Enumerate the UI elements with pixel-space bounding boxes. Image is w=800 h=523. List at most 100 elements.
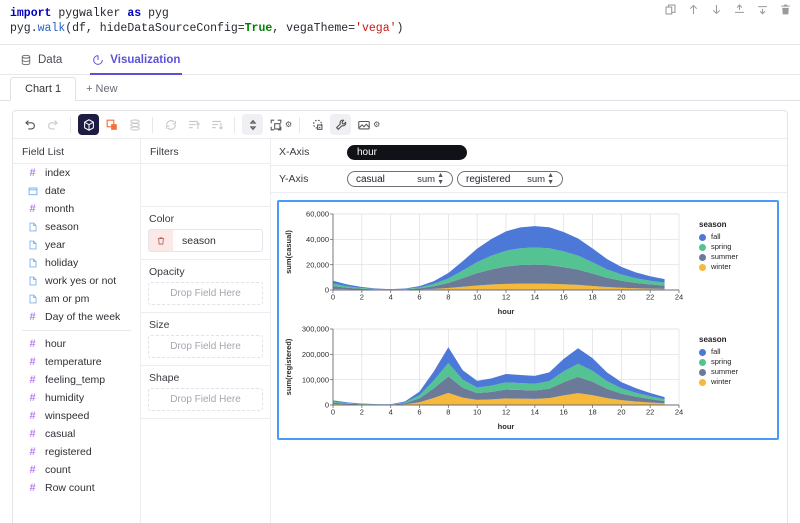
measure-hash-icon: # [29,310,36,323]
svg-text:20: 20 [617,408,625,417]
stack-mode-icon[interactable] [101,114,122,135]
measure-hash-icon: # [29,373,36,386]
tab-visualization[interactable]: Visualization [90,50,183,75]
aggregate-label: sum [417,173,436,185]
y-axis-aggregate-casual[interactable]: sum ▲ ▼ [417,172,444,186]
legend-item-fall[interactable]: fall [699,232,738,242]
move-cell-down-icon[interactable] [710,3,723,16]
opacity-dropzone[interactable]: Drop Field Here [148,282,263,305]
tab-data-label: Data [38,54,63,66]
y-axis-field-pill-casual[interactable]: casual sum ▲ ▼ [347,171,453,187]
sort-ascending-icon[interactable] [183,114,204,135]
move-cell-up-icon[interactable] [687,3,700,16]
y-axis-field-pill-registered[interactable]: registered sum ▲ ▼ [457,171,563,187]
field-item-index[interactable]: # index [13,164,140,182]
opacity-title: Opacity [149,266,185,278]
field-item-day-of-the-week[interactable]: # Day of the week [13,308,140,326]
calendar-icon [27,186,38,196]
legend-item-spring[interactable]: spring [699,357,738,367]
filters-dropzone[interactable] [141,164,270,206]
delete-cell-icon[interactable] [779,3,792,16]
chart-canvas[interactable]: 0 20,000 40,000 60,000 0 2 4 6 8 10 12 14 16 18 20 22 24… [277,200,779,440]
y-axis-aggregate-registered[interactable]: sum ▲ ▼ [527,172,554,186]
chart-tab-chart-1[interactable]: Chart 1 [10,77,77,101]
field-item-temperature[interactable]: # temperature [13,353,140,371]
svg-text:10: 10 [473,408,481,417]
field-item-row-count[interactable]: # Row count [13,479,140,497]
axis-resize-icon[interactable] [242,114,263,135]
insert-cell-below-icon[interactable] [756,3,769,16]
legend-item-spring[interactable]: spring [699,242,738,252]
filters-title: Filters [150,146,179,158]
field-item-registered[interactable]: # registered [13,443,140,461]
notebook-code-cell[interactable]: import pygwalker as pyg pyg.walk(df, hid… [0,0,800,45]
new-chart-tab-button[interactable]: + New [76,78,128,100]
refresh-icon[interactable] [160,114,181,135]
field-item-season[interactable]: season [13,218,140,236]
svg-text:8: 8 [446,408,450,417]
undo-icon[interactable] [19,114,40,135]
field-item-winspeed[interactable]: # winspeed [13,407,140,425]
tab-data[interactable]: Data [18,50,64,75]
field-item-feeling-temp[interactable]: # feeling_temp [13,371,140,389]
legend-item-winter[interactable]: winter [699,262,738,272]
coordinate-system-icon[interactable] [307,114,328,135]
plot-registered[interactable]: 0 100,000 200,000 300,000 0 2 4 6 8 10 12 14 16 18 20 2… [281,323,691,436]
shape-dropzone[interactable]: Drop Field Here [148,388,263,411]
text-field-icon [27,294,38,304]
measure-hash-icon: # [29,166,36,179]
field-label: feeling_temp [45,374,106,386]
legend-item-summer[interactable]: summer [699,252,738,262]
config-wrench-icon[interactable] [330,114,352,135]
layout-size-gear-icon[interactable]: ⚙ [285,120,292,129]
x-axis-fields: hour [347,144,467,160]
field-label: work yes or not [45,275,117,287]
plot-casual[interactable]: 0 20,000 40,000 60,000 0 2 4 6 8 10 12 14 16 18 20 22 24… [281,208,691,321]
encoding-pane: Filters Color season Opacity Drop Field … [141,139,271,523]
trash-icon[interactable] [149,230,173,251]
redo-icon[interactable] [42,114,63,135]
svg-text:60,000: 60,000 [306,210,329,219]
color-title: Color [149,213,175,225]
svg-text:2: 2 [360,408,364,417]
field-item-year[interactable]: year [13,236,140,254]
svg-text:hour: hour [498,307,515,316]
sort-descending-icon[interactable] [206,114,227,135]
svg-text:sum(registered): sum(registered) [284,338,293,395]
color-field-pill[interactable]: season [148,229,263,252]
mark-type-icon[interactable] [78,114,99,135]
export-image-icon[interactable] [353,114,374,135]
toolbar-separator-2 [152,116,153,133]
field-label: count [45,464,71,476]
export-image-gear-icon[interactable]: ⚙ [373,120,380,129]
field-item-date[interactable]: date [13,182,140,200]
field-item-casual[interactable]: # casual [13,425,140,443]
field-item-holiday[interactable]: holiday [13,254,140,272]
legend-label: summer [711,367,739,376]
svg-text:22: 22 [646,293,654,302]
duplicate-cell-icon[interactable] [664,3,677,16]
field-list-measures: # hour # temperature # feeling_temp # humidi… [13,335,140,497]
legend-item-fall[interactable]: fall [699,347,738,357]
shape-divider-bottom [141,418,270,419]
x-axis-field-pill-hour[interactable]: hour [347,144,467,160]
field-item-month[interactable]: # month [13,200,140,218]
legend-item-summer[interactable]: summer [699,367,738,377]
field-item-count[interactable]: # count [13,461,140,479]
insert-cell-above-icon[interactable] [733,3,746,16]
field-item-humidity[interactable]: # humidity [13,389,140,407]
size-dropzone[interactable]: Drop Field Here [148,335,263,358]
field-item-work-yes-or-not[interactable]: work yes or not [13,272,140,290]
layout-size-icon[interactable] [265,114,286,135]
y-axis-field-name: casual [356,173,385,185]
code-keyword-import: import [10,7,52,20]
database-icon [20,54,32,66]
field-item-hour[interactable]: # hour [13,335,140,353]
legend-item-winter[interactable]: winter [699,377,738,387]
x-axis-label: X-Axis [279,146,310,158]
svg-text:200,000: 200,000 [302,350,329,359]
field-label: Day of the week [45,311,121,323]
field-item-am-or-pm[interactable]: am or pm [13,290,140,308]
y-axis-row: Y-Axis casual sum ▲ ▼ registered sum ▲ ▼ [271,166,787,193]
transform-icon[interactable] [124,114,145,135]
